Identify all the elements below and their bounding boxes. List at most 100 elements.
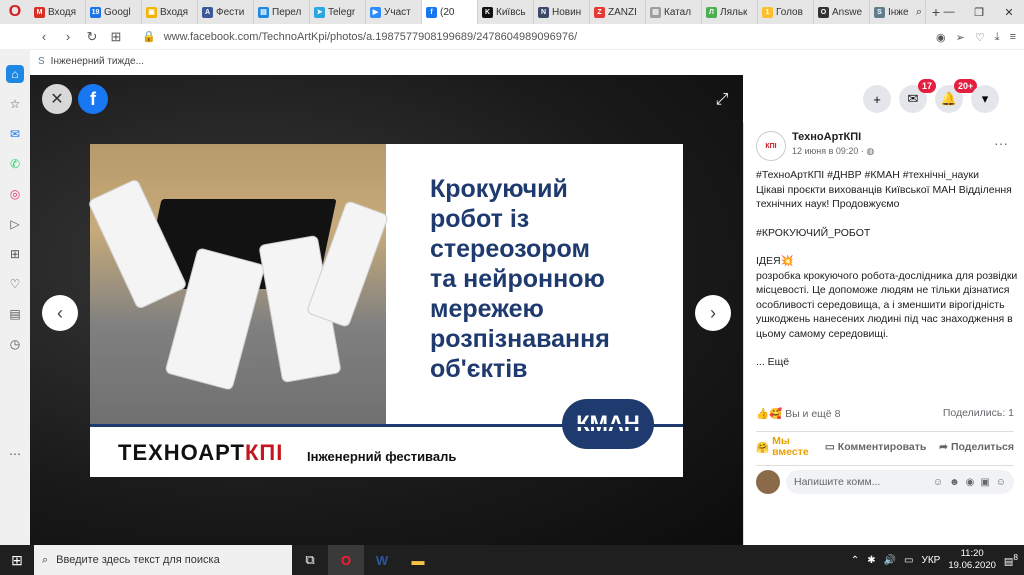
share-label: Поделиться — [950, 441, 1014, 453]
more-options-icon[interactable]: ··· — [994, 135, 1008, 151]
post-hashtag-robot[interactable]: #КРОКУЮЧИЙ_РОБОТ — [756, 226, 1018, 241]
camera-icon[interactable]: ◉ — [936, 31, 946, 44]
next-photo-button[interactable]: › — [695, 295, 731, 331]
poster-title: Крокуючий робот із стереозором та нейрон… — [430, 175, 610, 383]
taskbar: ⊞ ⌕ Введите здесь текст для поиска ⧉ O W… — [0, 545, 1024, 575]
forward-button[interactable]: › — [56, 29, 80, 44]
facebook-logo-icon[interactable]: f — [78, 84, 108, 114]
comment-input[interactable]: Напишите комм... ☺ ☻ ◉ ▣ ☺ — [786, 470, 1014, 494]
post-date[interactable]: 12 июня в 09:20 · ◍ — [792, 146, 874, 157]
comment-button[interactable]: ▭ Комментировать — [825, 436, 927, 458]
shares-count[interactable]: Поделились: 1 — [943, 407, 1014, 420]
download-icon[interactable]: ⤓ — [995, 31, 1000, 44]
post-header: КПІ ТехноАртКПІ 12 июня в 09:20 · ◍ — [756, 131, 874, 161]
browser-tab[interactable]: ▤ Перел — [254, 0, 310, 24]
language-indicator[interactable]: УКР — [922, 555, 941, 566]
comment-box: Напишите комм... ☺ ☻ ◉ ▣ ☺ — [756, 465, 1014, 494]
gif-icon[interactable]: ▣ — [980, 477, 989, 488]
minimize-button[interactable]: — — [934, 0, 964, 24]
close-window-button[interactable]: ✕ — [994, 0, 1024, 24]
account-menu-button[interactable]: ▾ — [971, 85, 999, 113]
browser-tab[interactable]: Л Ляльк — [702, 0, 758, 24]
instagram-icon[interactable]: ◎ — [6, 185, 24, 203]
care-button[interactable]: 🤗 Мы вместе — [756, 436, 812, 458]
browser-tab[interactable]: O Answe — [814, 0, 870, 24]
windows-start-icon[interactable]: ⊞ — [0, 545, 34, 575]
restore-button[interactable]: ❐ — [964, 0, 994, 24]
heart-icon[interactable]: ♡ — [975, 31, 985, 44]
send-icon[interactable]: ➢ — [956, 31, 965, 44]
menu-icon[interactable]: ≡ — [1010, 31, 1016, 43]
bookmark-item[interactable]: Інженерний тижде... — [51, 56, 144, 67]
festival-label: Інженерний фестиваль — [307, 449, 457, 464]
previous-photo-button[interactable]: ‹ — [42, 295, 78, 331]
browser-tab[interactable]: ▣ Входя — [142, 0, 198, 24]
fullscreen-icon[interactable]: ⤢ — [711, 89, 733, 111]
page-avatar[interactable]: КПІ — [756, 131, 786, 161]
logo-right-text: КПІ — [244, 440, 284, 465]
reactions-summary[interactable]: 👍🥰 Вы и ещё 8 — [756, 407, 840, 420]
search-icon: ⌕ — [42, 553, 49, 566]
star-icon[interactable]: ☆ — [6, 95, 24, 113]
history-icon[interactable]: ◷ — [6, 335, 24, 353]
lock-icon: 🔒 — [142, 31, 156, 43]
browser-tab[interactable]: ▤ Катал — [646, 0, 702, 24]
url-field[interactable]: 🔒 www.facebook.com/TechnoArtKpi/photos/a… — [142, 30, 577, 44]
taskbar-search[interactable]: ⌕ Введите здесь текст для поиска — [34, 545, 292, 575]
sticker-face-icon[interactable]: ☺ — [996, 477, 1006, 488]
word-taskbar-icon[interactable]: W — [364, 545, 400, 575]
clock[interactable]: 11:20 19.06.2020 — [948, 548, 996, 572]
messenger-icon[interactable]: ✉ — [6, 125, 24, 143]
explorer-taskbar-icon[interactable]: ▬ — [400, 545, 436, 575]
share-button[interactable]: ➦ Поделиться — [939, 436, 1014, 458]
camera-icon[interactable]: ◉ — [966, 477, 975, 488]
favorites-icon[interactable]: ♡ — [6, 275, 24, 293]
speed-dial-icon[interactable]: ⊞ — [104, 29, 128, 45]
tab-favicon-icon: f — [426, 6, 437, 18]
comment-tools: ☺ ☻ ◉ ▣ ☺ — [933, 477, 1006, 488]
emoji-icon[interactable]: ☺ — [933, 477, 943, 488]
browser-tab[interactable]: ➤ Telegr — [310, 0, 366, 24]
network-icon[interactable]: ▭ — [904, 555, 913, 566]
page-name[interactable]: ТехноАртКПІ — [792, 131, 874, 143]
browser-tab[interactable]: M Входя — [30, 0, 86, 24]
opera-taskbar-icon[interactable]: O — [328, 545, 364, 575]
browser-tab[interactable]: 1 Голов — [758, 0, 814, 24]
more-icon[interactable]: ⋯ — [6, 445, 24, 463]
back-button[interactable]: ‹ — [32, 29, 56, 44]
browser-tab[interactable]: ▶ Участ — [366, 0, 422, 24]
post-hashtags[interactable]: #ТехноАртКПІ #ДНВР #КМАН #технічні_науки — [756, 168, 1018, 183]
create-button[interactable]: + — [863, 85, 891, 113]
bookmark-icon: S — [38, 55, 45, 67]
browser-tab[interactable]: f (20 — [422, 0, 478, 24]
browser-tab[interactable]: K Київсь — [478, 0, 534, 24]
flow-icon[interactable]: ▷ — [6, 215, 24, 233]
user-avatar — [756, 470, 780, 494]
browser-tab[interactable]: Z ZANZI — [590, 0, 646, 24]
browser-tab[interactable]: N Новин — [534, 0, 590, 24]
robot-photo — [87, 144, 390, 424]
tray-up-icon[interactable]: ⌃ — [851, 555, 859, 566]
notifications-center-icon[interactable]: ▤8 — [1004, 552, 1018, 567]
poster-image: Крокуючий робот із стереозором та нейрон… — [87, 144, 683, 477]
window-controls: ⌕ — ❐ ✕ — [904, 0, 1024, 24]
see-more-link[interactable]: ... Ещё — [756, 355, 1018, 370]
tab-favicon-icon: N — [538, 6, 549, 18]
opera-logo-icon[interactable]: O — [0, 0, 30, 24]
browser-tab[interactable]: 19 Googl — [86, 0, 142, 24]
sticker-icon[interactable]: ☻ — [949, 477, 960, 488]
fb-header-icons: + ✉ 17 🔔 20+ ▾ — [743, 75, 1024, 123]
tab-label: Ляльк — [720, 6, 748, 18]
close-viewer-button[interactable]: ✕ — [42, 84, 72, 114]
home-icon[interactable]: ⌂ — [6, 65, 24, 83]
bluetooth-icon[interactable]: ✱ — [867, 555, 875, 566]
reload-button[interactable]: ↻ — [80, 29, 104, 45]
apps-icon[interactable]: ⊞ — [6, 245, 24, 263]
browser-tab[interactable]: A Фести — [198, 0, 254, 24]
task-view-icon[interactable]: ⧉ — [292, 545, 328, 575]
volume-icon[interactable]: 🔊 — [884, 555, 896, 566]
search-tabs-icon[interactable]: ⌕ — [904, 0, 934, 24]
news-icon[interactable]: ▤ — [6, 305, 24, 323]
whatsapp-icon[interactable]: ✆ — [6, 155, 24, 173]
tab-favicon-icon: A — [202, 6, 213, 18]
